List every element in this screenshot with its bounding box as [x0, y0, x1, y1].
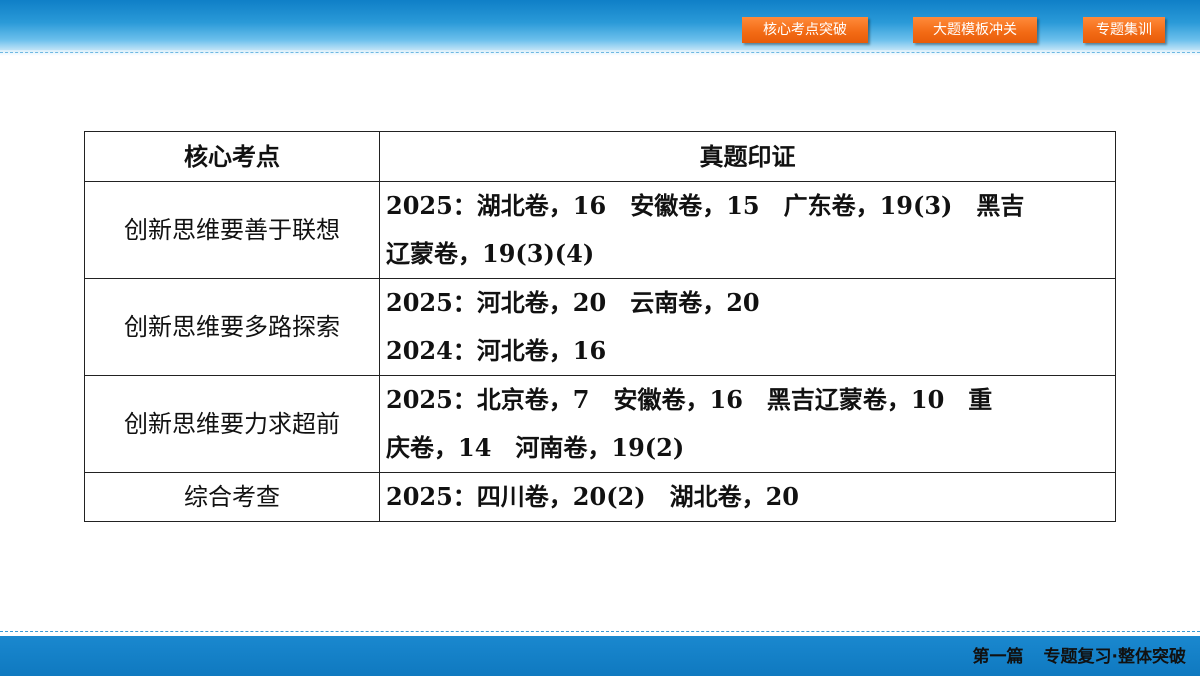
table-header-row: 核心考点 真题印证: [84, 131, 1116, 182]
footer-part: 第一篇: [972, 647, 1024, 667]
evidence-cell: 2025：四川卷，20(2) 湖北卷，20: [379, 472, 1116, 522]
evidence-line: 2025：河北卷，20 云南卷，20: [386, 288, 760, 317]
top-dashed-divider: [0, 52, 1200, 53]
header-core-points: 核心考点: [84, 131, 380, 182]
evidence-cell: 2025：河北卷，20 云南卷，20 2024：河北卷，16: [379, 278, 1116, 376]
topic-cell: 创新思维要力求超前: [84, 375, 380, 473]
nav-button-core-points[interactable]: 核心考点突破: [742, 17, 868, 43]
exam-table: 核心考点 真题印证 创新思维要善于联想 2025：湖北卷，16 安徽卷，15 广…: [84, 131, 1116, 522]
table-row: 综合考查 2025：四川卷，20(2) 湖北卷，20: [84, 472, 1116, 522]
top-banner-fade: [0, 50, 1200, 56]
table-row: 创新思维要善于联想 2025：湖北卷，16 安徽卷，15 广东卷，19(3) 黑…: [84, 181, 1116, 279]
footer-title: 专题复习·整体突破: [1043, 647, 1186, 667]
table-row: 创新思维要多路探索 2025：河北卷，20 云南卷，20 2024：河北卷，16: [84, 278, 1116, 376]
evidence-cell: 2025：湖北卷，16 安徽卷，15 广东卷，19(3) 黑吉 辽蒙卷，19(3…: [379, 181, 1116, 279]
topic-cell: 创新思维要多路探索: [84, 278, 380, 376]
table-row: 创新思维要力求超前 2025：北京卷，7 安徽卷，16 黑吉辽蒙卷，10 重 庆…: [84, 375, 1116, 473]
footer-label: 第一篇 专题复习·整体突破: [973, 645, 1186, 669]
topic-cell: 创新思维要善于联想: [84, 181, 380, 279]
evidence-line: 2024：河北卷，16: [386, 336, 607, 365]
bottom-dashed-divider: [0, 631, 1200, 632]
header-exam-evidence: 真题印证: [379, 131, 1116, 182]
evidence-line: 2025：北京卷，7 安徽卷，16 黑吉辽蒙卷，10 重: [386, 385, 993, 414]
evidence-cell: 2025：北京卷，7 安徽卷，16 黑吉辽蒙卷，10 重 庆卷，14 河南卷，1…: [379, 375, 1116, 473]
evidence-line: 2025：湖北卷，16 安徽卷，15 广东卷，19(3) 黑吉: [386, 191, 1025, 220]
evidence-line: 2025：四川卷，20(2) 湖北卷，20: [386, 482, 800, 511]
topic-cell: 综合考查: [84, 472, 380, 522]
nav-button-topic-training[interactable]: 专题集训: [1083, 17, 1165, 43]
evidence-line: 庆卷，14 河南卷，19(2): [386, 433, 685, 462]
evidence-line: 辽蒙卷，19(3)(4): [386, 239, 595, 268]
nav-button-big-question-template[interactable]: 大题模板冲关: [913, 17, 1037, 43]
